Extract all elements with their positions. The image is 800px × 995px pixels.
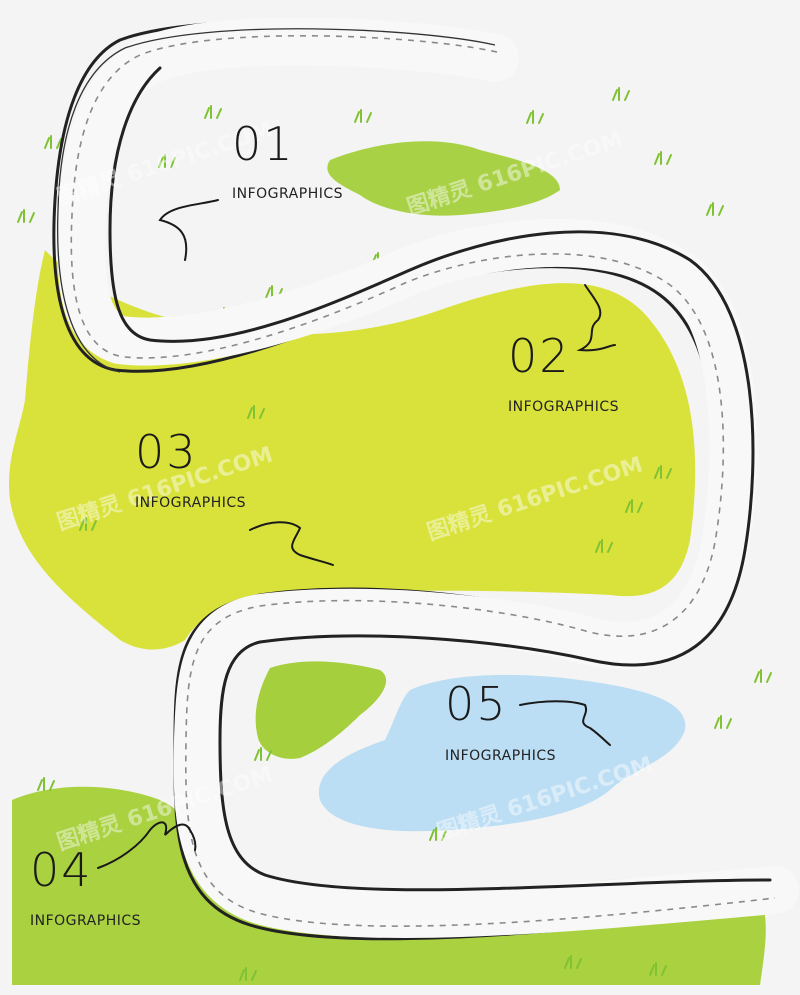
step-number: 01 (232, 117, 295, 171)
step-label: INFOGRAPHICS (135, 495, 246, 511)
step-label: INFOGRAPHICS (30, 913, 141, 929)
connector-01 (158, 199, 219, 261)
grass-patch-mid (255, 661, 387, 759)
step-number: 04 (30, 843, 93, 897)
step-01: 01 INFOGRAPHICS (232, 117, 343, 202)
step-number: 05 (445, 677, 508, 731)
step-number: 03 (135, 425, 198, 479)
infographic-canvas: 图精灵 616PIC.COM 图精灵 616PIC.COM 图精灵 616PIC… (0, 0, 800, 995)
step-label: INFOGRAPHICS (232, 186, 343, 202)
step-label: INFOGRAPHICS (445, 748, 556, 764)
step-label: INFOGRAPHICS (508, 399, 619, 415)
step-number: 02 (508, 329, 571, 383)
